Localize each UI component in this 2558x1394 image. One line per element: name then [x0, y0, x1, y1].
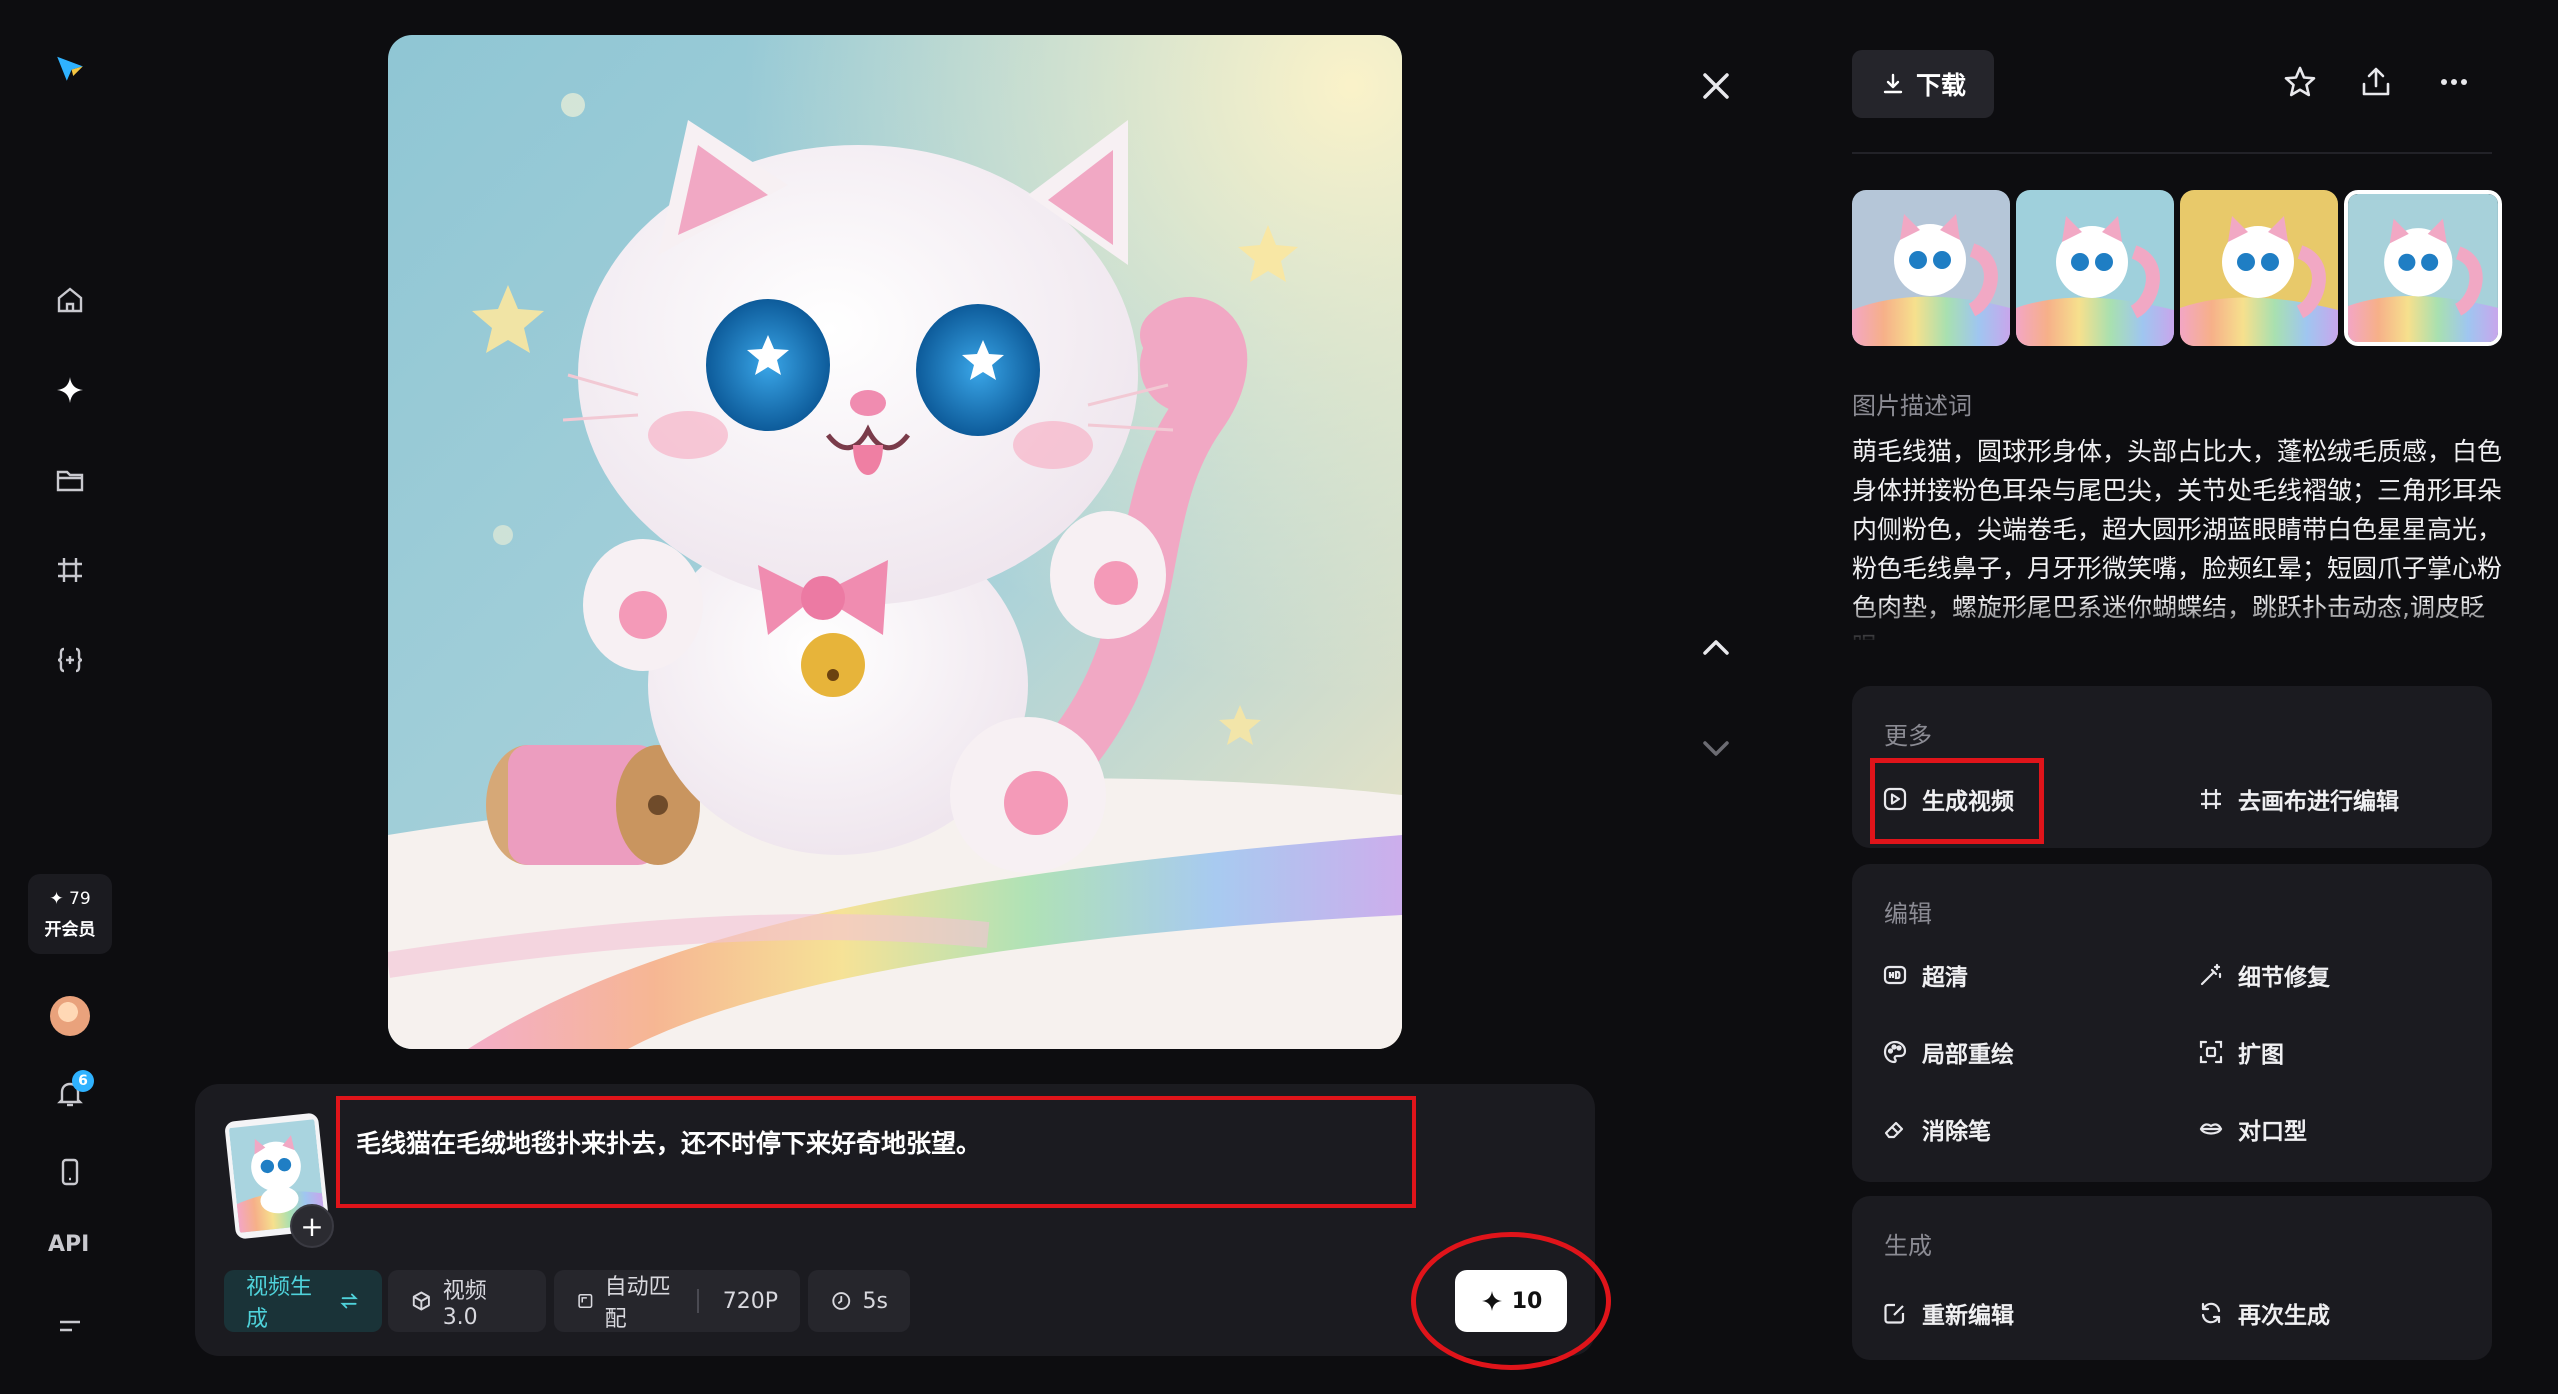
resolution-label: 720P — [722, 1288, 778, 1314]
membership-button[interactable]: ✦ 79 开会员 — [28, 874, 112, 954]
sparkle-icon[interactable] — [50, 370, 90, 410]
lips-icon — [2199, 1123, 2223, 1135]
annotation-highlight-generate — [1411, 1232, 1611, 1370]
points-balance: ✦ 79 — [49, 888, 91, 909]
hd-icon — [1883, 965, 1907, 985]
chevron-down-icon[interactable] — [1696, 728, 1736, 768]
annotation-highlight-generate-video — [1870, 758, 2044, 844]
mobile-icon[interactable] — [50, 1152, 90, 1192]
more-title: 更多 — [1884, 722, 1932, 750]
menu-icon[interactable] — [50, 1306, 90, 1346]
download-icon — [1883, 73, 1903, 94]
expand-icon — [2199, 1040, 2223, 1064]
expand-button[interactable]: 扩图 — [2198, 1035, 2284, 1069]
chevron-up-icon[interactable] — [1696, 628, 1736, 668]
ratio-label: 自动匹配 — [604, 1275, 671, 1332]
refresh-icon — [2201, 1302, 2221, 1324]
prompt-input[interactable]: 毛线猫在毛绒地毯扑来扑去，还不时停下来好奇地张望。 — [356, 1124, 981, 1160]
edit-title: 编辑 — [1884, 900, 1932, 928]
expand-label: 扩图 — [2238, 1042, 2284, 1068]
canvas-icon[interactable] — [50, 550, 90, 590]
avatar[interactable] — [50, 996, 90, 1036]
logo-icon[interactable] — [50, 48, 90, 88]
api-link[interactable]: API — [48, 1232, 89, 1257]
mode-label: 视频生成 — [246, 1275, 313, 1332]
download-button[interactable]: 下载 — [1852, 50, 1994, 118]
add-reference-button[interactable]: + — [290, 1204, 334, 1248]
detail-fix-button[interactable]: 细节修复 — [2198, 958, 2330, 992]
regenerate-button[interactable]: 再次生成 — [2198, 1296, 2330, 1330]
generate-title: 生成 — [1884, 1232, 1932, 1260]
variant-thumbnail[interactable] — [2016, 190, 2174, 346]
folder-icon[interactable] — [50, 460, 90, 500]
member-label: 开会员 — [44, 919, 96, 940]
download-label: 下载 — [1915, 71, 1966, 100]
upscale-label: 超清 — [1922, 965, 1968, 991]
close-icon[interactable] — [1692, 62, 1740, 110]
mode-selector[interactable]: 视频生成 — [224, 1270, 382, 1332]
code-braces-icon[interactable] — [50, 640, 90, 680]
header-divider — [1852, 152, 2492, 154]
star-icon[interactable] — [2282, 64, 2322, 104]
generate-card: 生成 重新编辑 再次生成 — [1852, 1196, 2492, 1360]
re-edit-button[interactable]: 重新编辑 — [1882, 1296, 2014, 1330]
clock-icon — [832, 1292, 851, 1310]
magic-wand-icon — [2200, 963, 2222, 986]
edit-square-icon — [1884, 1303, 1905, 1324]
edit-card: 编辑 超清 细节修复 局部重绘 扩图 消除笔 对口型 — [1852, 864, 2492, 1182]
share-icon[interactable] — [2358, 64, 2398, 104]
eraser-button[interactable]: 消除笔 — [1882, 1112, 1991, 1146]
inpaint-label: 局部重绘 — [1922, 1042, 2014, 1068]
variant-thumbnail[interactable] — [1852, 190, 2010, 346]
generated-image — [388, 35, 1402, 1049]
swap-icon — [340, 1293, 358, 1309]
chip-divider — [697, 1289, 699, 1313]
edit-on-canvas-button[interactable]: 去画布进行编辑 — [2198, 782, 2399, 816]
detail-fix-label: 细节修复 — [2238, 965, 2330, 991]
cube-icon — [412, 1291, 430, 1311]
inpaint-button[interactable]: 局部重绘 — [1882, 1035, 2014, 1069]
home-icon[interactable] — [50, 280, 90, 320]
eraser-label: 消除笔 — [1922, 1119, 1991, 1145]
variant-thumbnail-selected[interactable] — [2344, 190, 2502, 346]
upscale-button[interactable]: 超清 — [1882, 958, 1968, 992]
canvas-icon — [2201, 789, 2221, 809]
duration-label: 5s — [862, 1288, 888, 1314]
palette-icon — [1883, 1040, 1907, 1064]
description-fade — [1852, 600, 2512, 645]
model-label: 视频 3.0 — [442, 1278, 487, 1330]
notification-badge: 6 — [72, 1070, 94, 1092]
variant-thumbnails — [1852, 190, 2502, 346]
regenerate-label: 再次生成 — [2238, 1303, 2330, 1329]
model-selector[interactable]: 视频 3.0 — [388, 1270, 546, 1332]
eraser-icon — [1884, 1121, 1904, 1139]
description-label: 图片描述词 — [1852, 392, 1972, 420]
lip-sync-label: 对口型 — [2238, 1119, 2307, 1145]
lip-sync-button[interactable]: 对口型 — [2198, 1112, 2307, 1146]
more-icon[interactable] — [2436, 64, 2476, 104]
aspect-ratio-icon — [578, 1293, 593, 1309]
edit-on-canvas-label: 去画布进行编辑 — [2238, 789, 2399, 815]
ratio-resolution-selector[interactable]: 自动匹配 720P — [554, 1270, 800, 1332]
variant-thumbnail[interactable] — [2180, 190, 2338, 346]
left-sidebar: ✦ 79 开会员 6 API — [0, 0, 140, 1394]
re-edit-label: 重新编辑 — [1922, 1303, 2014, 1329]
duration-selector[interactable]: 5s — [808, 1270, 910, 1332]
